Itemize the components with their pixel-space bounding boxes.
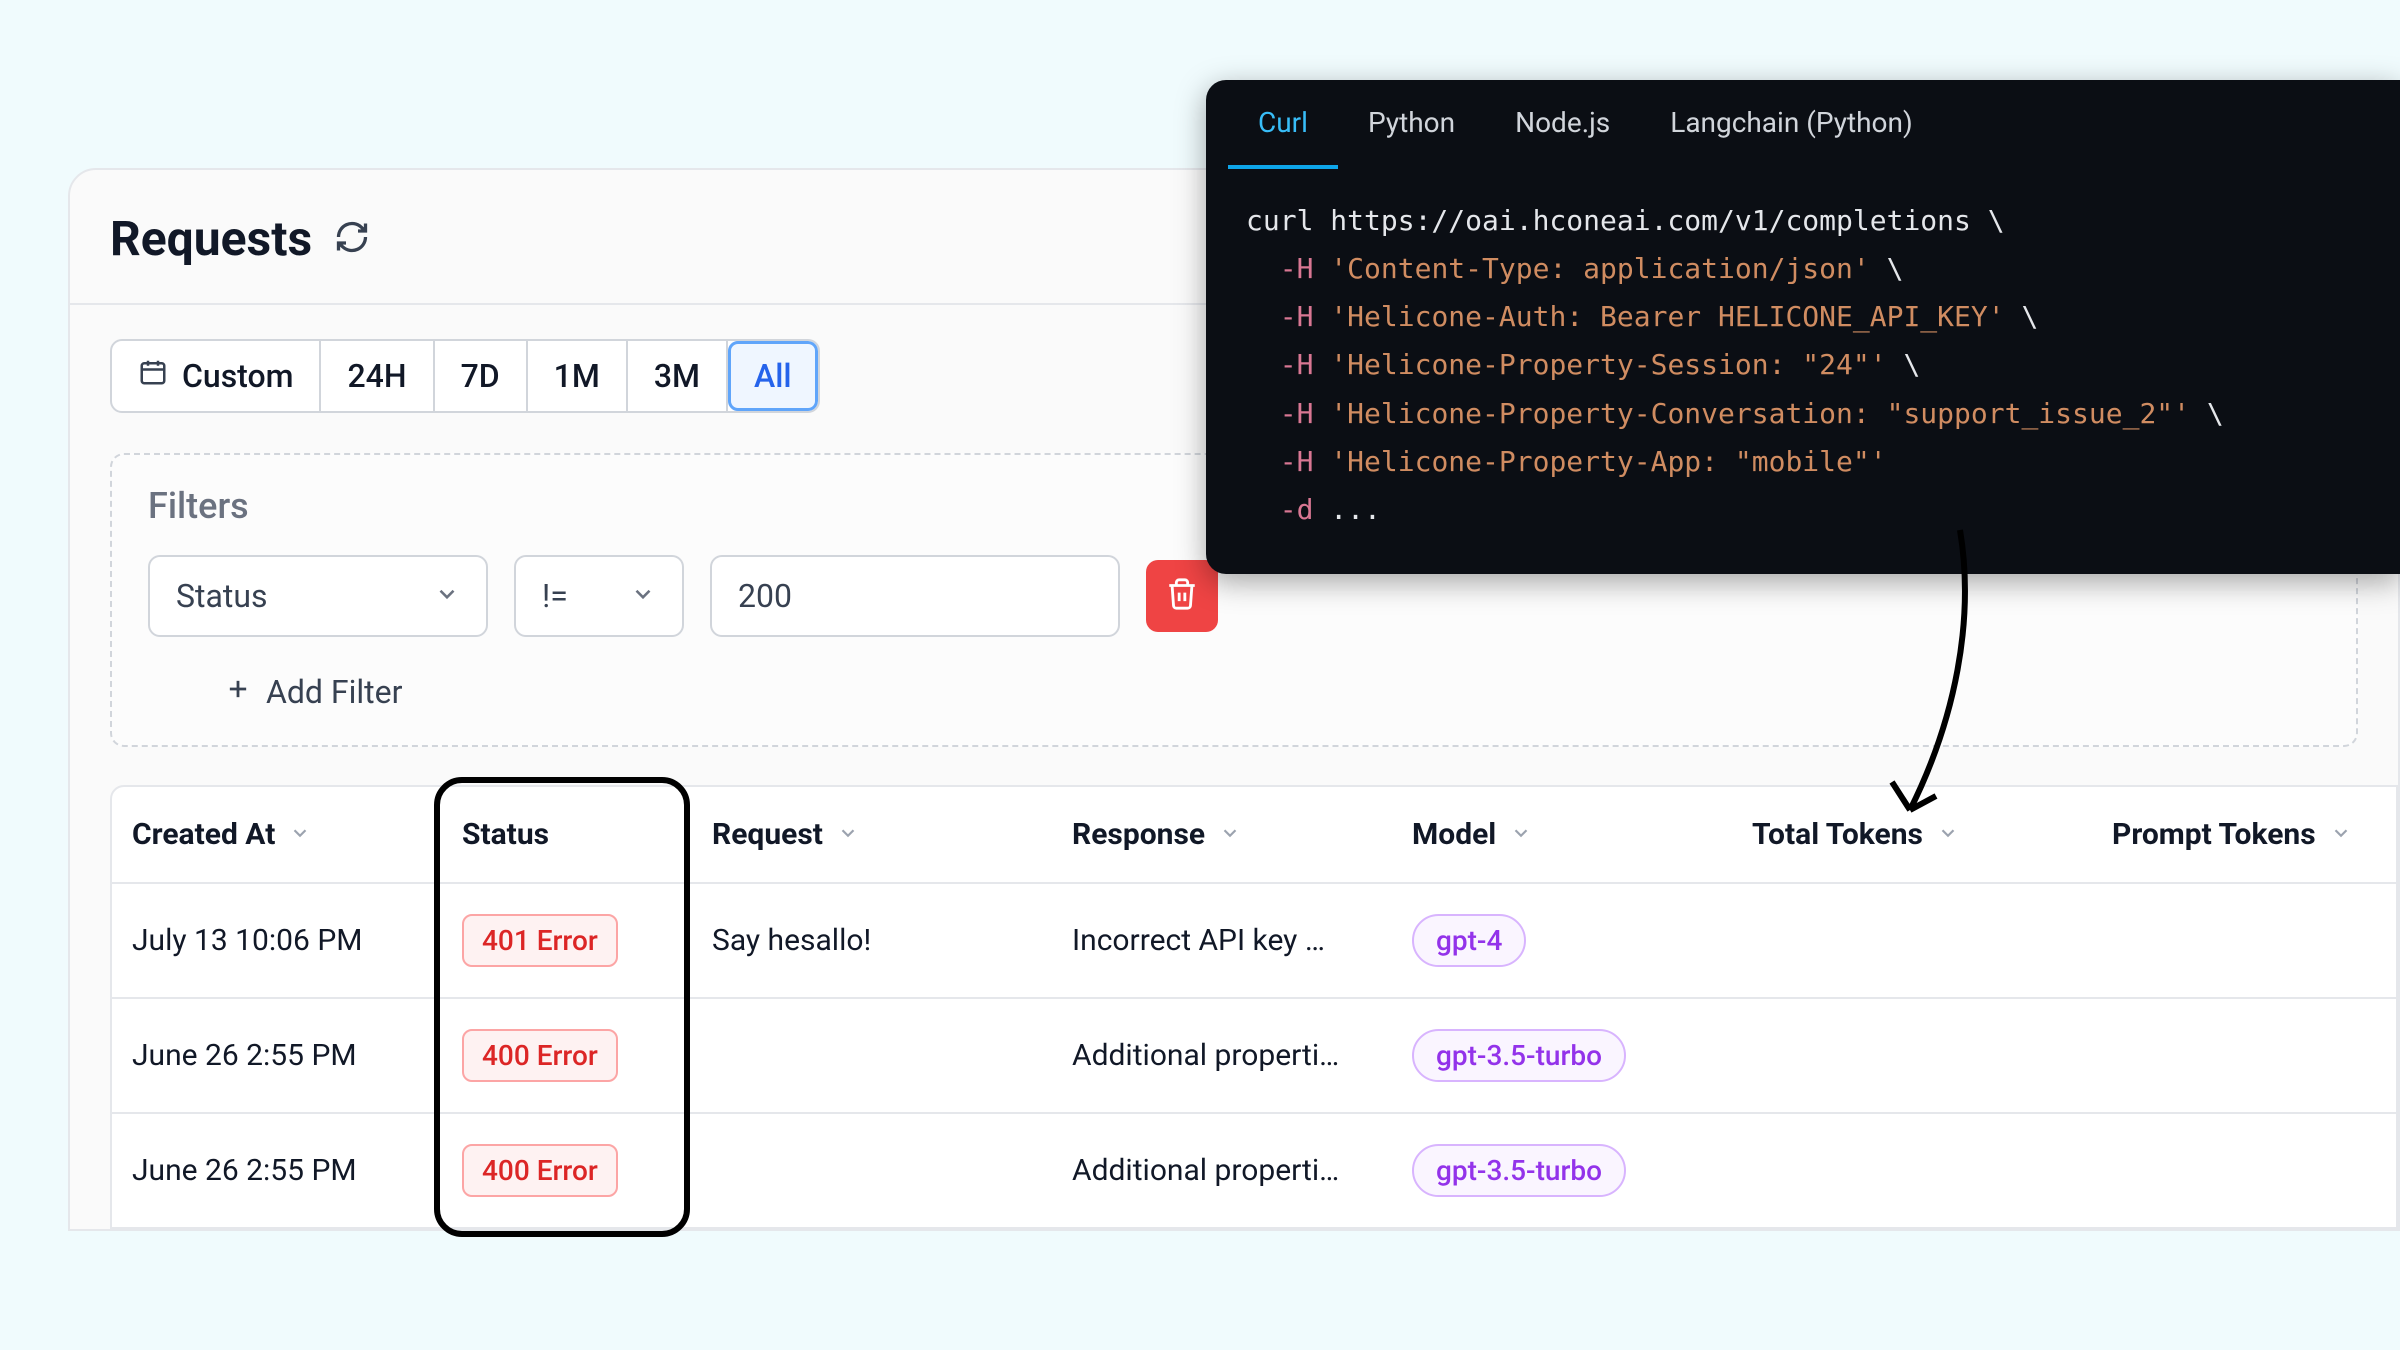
calendar-icon xyxy=(138,357,168,395)
cell-status: 401 Error xyxy=(442,884,692,997)
cell-prompt-tokens xyxy=(2092,1026,2392,1086)
cell-total-tokens xyxy=(1732,1141,2092,1201)
status-badge: 400 Error xyxy=(462,1144,618,1197)
column-label: Status xyxy=(462,817,549,852)
column-label: Response xyxy=(1072,817,1205,852)
time-range-all[interactable]: All xyxy=(728,341,818,411)
cell-request xyxy=(692,1141,1052,1201)
code-body: curl https://oai.hconeai.com/v1/completi… xyxy=(1206,169,2400,544)
cell-status: 400 Error xyxy=(442,999,692,1112)
chevron-down-icon xyxy=(289,817,311,852)
column-label: Request xyxy=(712,817,823,852)
code-tab-python[interactable]: Python xyxy=(1338,80,1485,169)
time-range-24h[interactable]: 24H xyxy=(321,341,434,411)
filter-field-value: Status xyxy=(176,577,268,615)
time-range-label: 1M xyxy=(554,357,600,395)
chevron-down-icon xyxy=(2330,817,2352,852)
column-header-request[interactable]: Request xyxy=(692,787,1052,882)
cell-model: gpt-3.5-turbo xyxy=(1392,1114,1732,1227)
model-badge: gpt-3.5-turbo xyxy=(1412,1029,1626,1082)
cell-response: Additional properti… xyxy=(1052,1008,1392,1103)
chevron-down-icon xyxy=(1510,817,1532,852)
cell-request xyxy=(692,1026,1052,1086)
cell-response: Additional properti… xyxy=(1052,1123,1392,1218)
table-header: Created AtStatusRequestResponseModelTota… xyxy=(112,787,2396,882)
column-header-response[interactable]: Response xyxy=(1052,787,1392,882)
add-filter-button[interactable]: Add Filter xyxy=(224,673,402,711)
chevron-down-icon xyxy=(837,817,859,852)
cell-created-at: June 26 2:55 PM xyxy=(112,1123,442,1218)
cell-prompt-tokens xyxy=(2092,911,2392,971)
status-badge: 401 Error xyxy=(462,914,618,967)
cell-created-at: July 13 10:06 PM xyxy=(112,893,442,988)
chevron-down-icon xyxy=(434,577,460,615)
filter-field-select[interactable]: Status xyxy=(148,555,488,637)
filter-operator-select[interactable]: != xyxy=(514,555,684,637)
model-badge: gpt-4 xyxy=(1412,914,1526,967)
time-range-label: 24H xyxy=(347,357,406,395)
cell-prompt-tokens xyxy=(2092,1141,2392,1201)
delete-filter-button[interactable] xyxy=(1146,560,1218,632)
filter-operator-value: != xyxy=(542,577,568,615)
cell-status: 400 Error xyxy=(442,1114,692,1227)
column-label: Created At xyxy=(132,817,275,852)
time-range-3m[interactable]: 3M xyxy=(628,341,728,411)
time-range-1m[interactable]: 1M xyxy=(528,341,628,411)
status-badge: 400 Error xyxy=(462,1029,618,1082)
table-row[interactable]: June 26 2:55 PM 400 Error Additional prope… xyxy=(112,997,2396,1112)
code-tabs: CurlPythonNode.jsLangchain (Python) xyxy=(1206,80,2400,169)
column-label: Model xyxy=(1412,817,1496,852)
table-row[interactable]: July 13 10:06 PM 401 Error Say hesallo!Inc… xyxy=(112,882,2396,997)
cell-created-at: June 26 2:55 PM xyxy=(112,1008,442,1103)
cell-model: gpt-3.5-turbo xyxy=(1392,999,1732,1112)
cell-model: gpt-4 xyxy=(1392,884,1732,997)
model-badge: gpt-3.5-turbo xyxy=(1412,1144,1626,1197)
column-header-status[interactable]: Status xyxy=(442,787,692,882)
cell-response: Incorrect API key … xyxy=(1052,893,1392,988)
column-header-created-at[interactable]: Created At xyxy=(112,787,442,882)
add-filter-label: Add Filter xyxy=(266,673,402,711)
time-range-label: Custom xyxy=(182,357,293,395)
time-range-label: 7D xyxy=(461,357,500,395)
chevron-down-icon xyxy=(1219,817,1241,852)
requests-table: Created AtStatusRequestResponseModelTota… xyxy=(110,785,2398,1229)
column-label: Prompt Tokens xyxy=(2112,817,2316,852)
time-range-7d[interactable]: 7D xyxy=(435,341,528,411)
chevron-down-icon xyxy=(630,577,656,615)
table-row[interactable]: June 26 2:55 PM 400 Error Additional prope… xyxy=(112,1112,2396,1227)
column-header-model[interactable]: Model xyxy=(1392,787,1732,882)
code-snippet-panel: CurlPythonNode.jsLangchain (Python) curl… xyxy=(1206,80,2400,574)
time-range-label: 3M xyxy=(654,357,700,395)
plus-icon xyxy=(224,673,252,711)
refresh-icon[interactable] xyxy=(334,219,370,259)
filter-value-input[interactable]: 200 xyxy=(710,555,1120,637)
code-tab-curl[interactable]: Curl xyxy=(1228,80,1338,169)
column-header-prompt-tokens[interactable]: Prompt Tokens xyxy=(2092,787,2392,882)
time-range-group: Custom 24H 7D 1M 3M All xyxy=(110,339,820,413)
trash-icon xyxy=(1165,577,1199,615)
arrow-annotation xyxy=(1880,520,2000,840)
time-range-custom[interactable]: Custom xyxy=(112,341,321,411)
cell-total-tokens xyxy=(1732,1026,2092,1086)
filter-value-text: 200 xyxy=(738,577,792,615)
page-title: Requests xyxy=(110,210,312,267)
cell-request: Say hesallo! xyxy=(692,893,1052,988)
code-tab-langchain-python-[interactable]: Langchain (Python) xyxy=(1640,80,1942,169)
time-range-label: All xyxy=(754,357,792,395)
cell-total-tokens xyxy=(1732,911,2092,971)
code-tab-node-js[interactable]: Node.js xyxy=(1485,80,1640,169)
